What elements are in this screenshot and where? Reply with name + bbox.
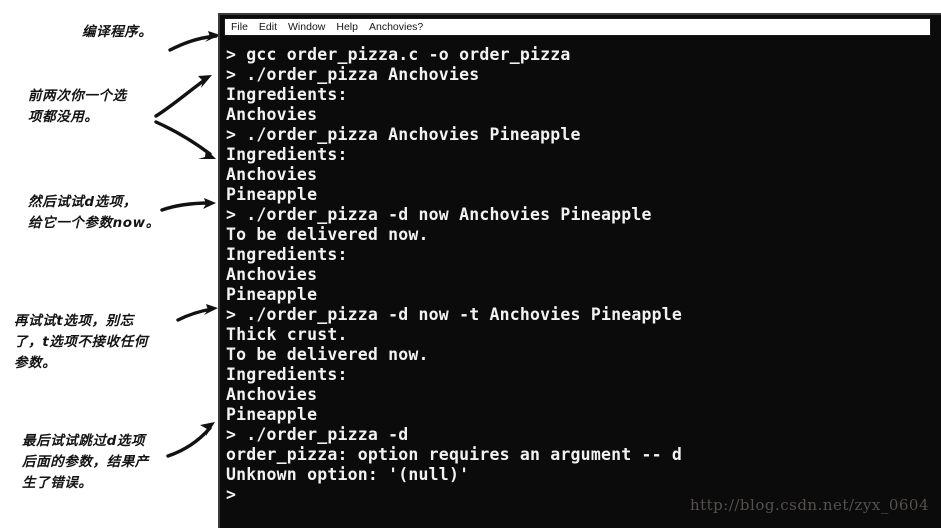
menu-item-file[interactable]: File (231, 20, 248, 34)
terminal-line: order_pizza: option requires an argument… (226, 445, 683, 464)
terminal-line: Pineapple (226, 285, 318, 304)
terminal-line: Ingredients: (226, 365, 348, 384)
menu-item-anchovies[interactable]: Anchovies? (369, 20, 423, 34)
terminal-line: To be delivered now. (226, 225, 429, 244)
terminal-line: Unknown option: '(null)' (226, 465, 470, 484)
screenshot-root: 编译程序。 前两次你一个选 项都没用。 然后试试d选项， 给它一个参数now。 … (0, 0, 941, 532)
menu-item-help[interactable]: Help (336, 20, 358, 34)
terminal-window[interactable]: File Edit Window Help Anchovies? > gcc o… (218, 13, 941, 528)
terminal-line: Anchovies (226, 165, 318, 184)
terminal-line: Ingredients: (226, 245, 348, 264)
terminal-line: Pineapple (226, 405, 318, 424)
terminal-menubar[interactable]: File Edit Window Help Anchovies? (224, 18, 931, 36)
annotation-arrow-branch-two-icon (154, 75, 216, 159)
terminal-line: Pineapple (226, 185, 318, 204)
terminal-line: Ingredients: (226, 85, 348, 104)
menu-item-window[interactable]: Window (288, 20, 325, 34)
annotation-column: 编译程序。 前两次你一个选 项都没用。 然后试试d选项， 给它一个参数now。 … (0, 0, 220, 532)
terminal-line: Anchovies (226, 385, 318, 404)
terminal-line: > ./order_pizza -d now Anchovies Pineapp… (226, 205, 652, 224)
terminal-line: > ./order_pizza -d now -t Anchovies Pine… (226, 305, 683, 324)
annotation-arrow-right-icon (176, 304, 218, 322)
terminal-line: Anchovies (226, 105, 318, 124)
terminal-line: > ./order_pizza Anchovies (226, 65, 480, 84)
annotation-note-t-option: 再试试t选项，别忘 了，t选项不接收任何 参数。 (14, 313, 148, 371)
terminal-screen[interactable]: > gcc order_pizza.c -o order_pizza > ./o… (220, 39, 941, 528)
annotation-arrow-right-icon (160, 198, 216, 212)
terminal-line: To be delivered now. (226, 345, 429, 364)
annotation-arrow-curve-up-right-icon (166, 422, 215, 458)
terminal-line: > ./order_pizza Anchovies Pineapple (226, 125, 581, 144)
terminal-line: Thick crust. (226, 325, 348, 344)
menu-item-edit[interactable]: Edit (259, 20, 277, 34)
terminal-line: Ingredients: (226, 145, 348, 164)
terminal-line: > gcc order_pizza.c -o order_pizza (226, 45, 571, 64)
watermark-url: http://blog.csdn.net/zyx_0604 (689, 496, 929, 514)
terminal-line: Anchovies (226, 265, 318, 284)
terminal-line: > ./order_pizza -d (226, 425, 409, 444)
